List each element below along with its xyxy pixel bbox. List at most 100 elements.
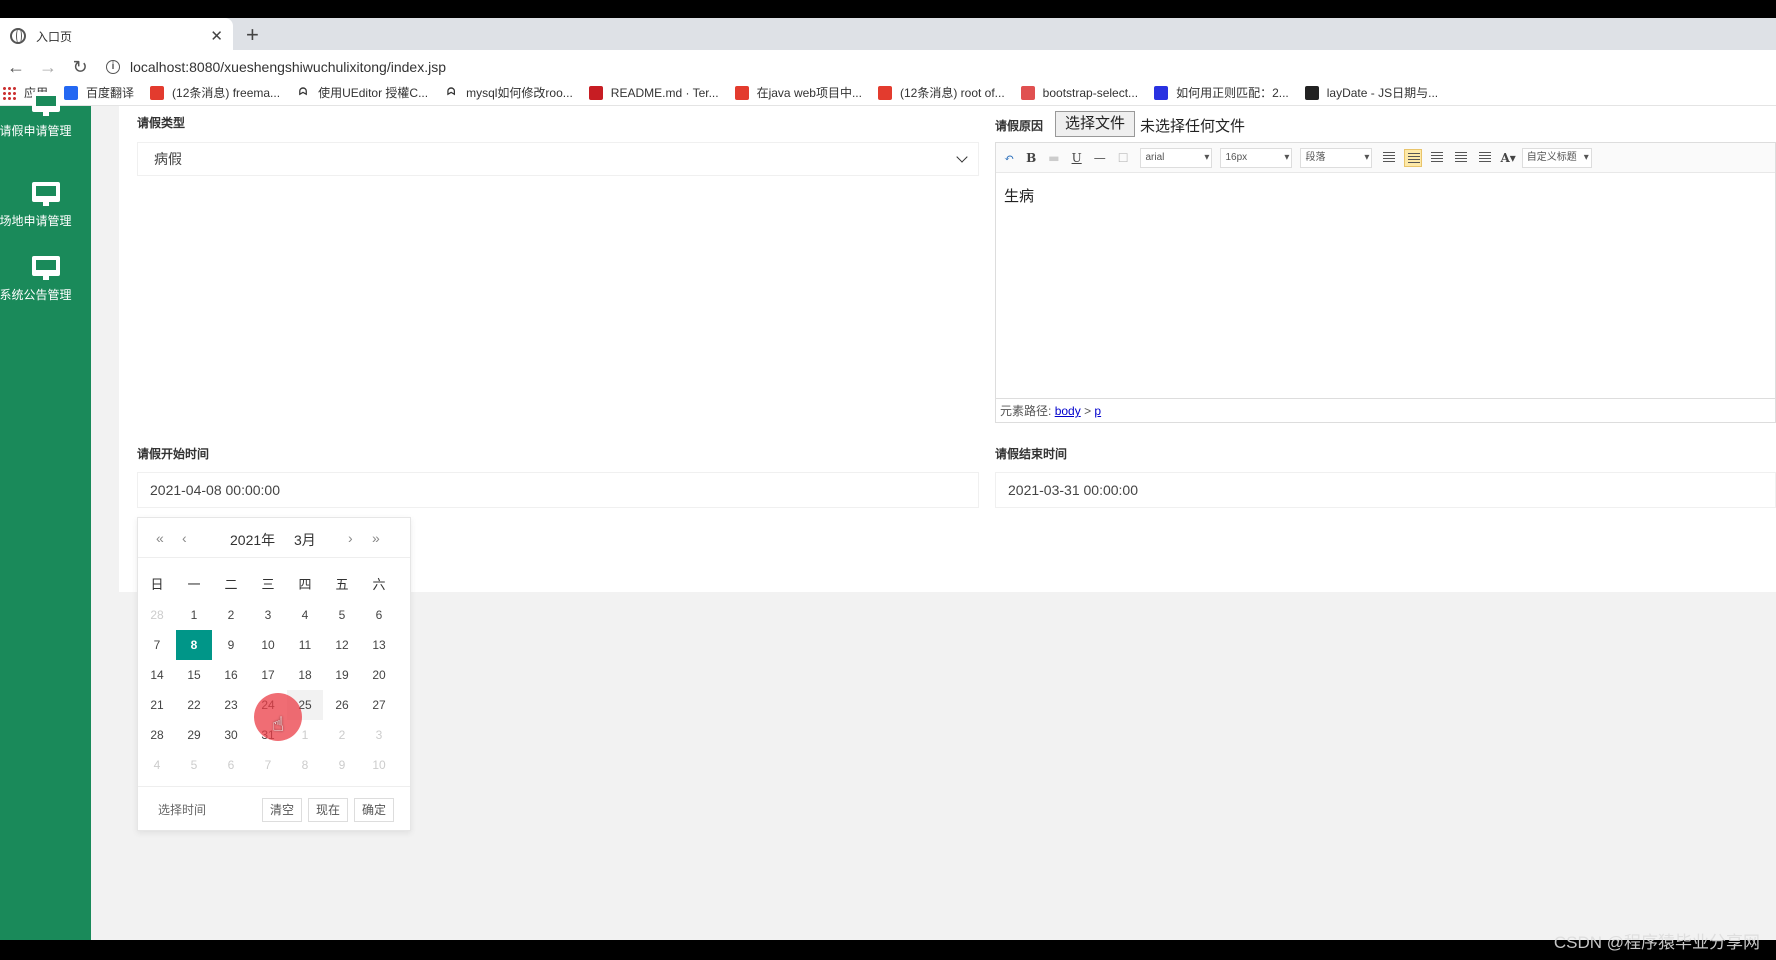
csdn-icon xyxy=(734,85,749,100)
calendar-day[interactable]: 7 xyxy=(139,630,175,660)
calendar-month[interactable]: 3月 xyxy=(294,530,316,550)
info-icon[interactable]: i xyxy=(106,60,120,74)
now-button[interactable]: 现在 xyxy=(308,798,348,822)
forward-arrow-icon[interactable]: → xyxy=(32,57,64,78)
bookmark-item[interactable]: 在java web项目中... xyxy=(734,84,862,101)
calendar-day[interactable]: 28 xyxy=(139,600,175,630)
bookmark-item[interactable]: 如何用正则匹配：2... xyxy=(1154,84,1289,101)
bookmark-item[interactable]: README.md · Ter... xyxy=(588,85,719,100)
calendar-day[interactable]: 13 xyxy=(361,630,397,660)
tab-close-icon[interactable]: ✕ xyxy=(210,27,223,45)
end-time-input[interactable]: 2021-03-31 00:00:00 xyxy=(995,472,1776,508)
format-painter-icon[interactable]: ↶ xyxy=(1004,151,1014,165)
calendar-day[interactable]: 10 xyxy=(250,630,286,660)
prev-year-icon[interactable]: « xyxy=(156,530,164,546)
next-year-icon[interactable]: » xyxy=(372,530,380,546)
calendar-day[interactable]: 3 xyxy=(361,720,397,750)
clear-button[interactable]: 清空 xyxy=(262,798,302,822)
calendar-day[interactable]: 12 xyxy=(324,630,360,660)
calendar-day[interactable]: 27 xyxy=(361,690,397,720)
calendar-day[interactable]: 10 xyxy=(361,750,397,780)
confirm-button[interactable]: 确定 xyxy=(354,798,394,822)
calendar-day[interactable]: 9 xyxy=(213,630,249,660)
weekday-header: 二 xyxy=(224,577,238,592)
bookmark-item[interactable]: ᗣ mysql如何修改roo... xyxy=(444,84,573,101)
back-arrow-icon[interactable]: ← xyxy=(0,57,32,78)
leave-type-select[interactable]: 病假 xyxy=(137,142,979,176)
insert-table-icon[interactable] xyxy=(1380,148,1399,167)
calendar-day[interactable]: 30 xyxy=(213,720,249,750)
address-bar[interactable]: localhost:8080/xueshengshiwuchulixitong/… xyxy=(130,59,446,75)
calendar-day[interactable]: 11 xyxy=(287,630,323,660)
browser-tab[interactable]: 入口页 ✕ xyxy=(0,18,233,54)
calendar-day[interactable]: 15 xyxy=(176,660,212,690)
calendar-day[interactable]: 26 xyxy=(324,690,360,720)
calendar-day[interactable]: 19 xyxy=(324,660,360,690)
prev-month-icon[interactable]: ‹ xyxy=(182,530,187,546)
calendar-day[interactable]: 2 xyxy=(324,720,360,750)
calendar-day[interactable]: 14 xyxy=(139,660,175,690)
bookmark-item[interactable]: bootstrap-select... xyxy=(1020,85,1138,100)
checkbox-icon[interactable]: ☐ xyxy=(1118,151,1129,165)
underline-icon[interactable]: U xyxy=(1072,151,1082,165)
sidebar-item-leave[interactable]: 请假申请管理 xyxy=(0,92,91,139)
calendar-day[interactable]: 3 xyxy=(250,600,286,630)
sidebar-item-venue[interactable]: 场地申请管理 xyxy=(0,182,91,229)
align-right-icon[interactable] xyxy=(1428,148,1447,167)
calendar-day[interactable]: 8 xyxy=(176,630,212,660)
calendar-day[interactable]: 22 xyxy=(176,690,212,720)
hand-cursor-icon: ☝ xyxy=(272,714,285,736)
calendar-day[interactable]: 23 xyxy=(213,690,249,720)
calendar-day[interactable]: 18 xyxy=(287,660,323,690)
strikethrough-icon[interactable]: ▬ xyxy=(1048,151,1059,165)
start-time-input[interactable]: 2021-04-08 00:00:00 xyxy=(137,472,979,508)
calendar-day[interactable]: 8 xyxy=(287,750,323,780)
font-size-select[interactable]: 16px xyxy=(1220,147,1293,168)
font-color-icon[interactable]: A▾ xyxy=(1500,151,1515,165)
pick-time-link[interactable]: 选择时间 xyxy=(158,801,206,818)
calendar-day[interactable]: 4 xyxy=(139,750,175,780)
bookmark-item[interactable]: (12条消息) root of... xyxy=(877,84,1005,101)
element-path-p-link[interactable]: p xyxy=(1094,404,1101,418)
choose-file-button[interactable]: 选择文件 xyxy=(1055,111,1135,137)
calendar-day[interactable]: 1 xyxy=(176,600,212,630)
calendar-day[interactable]: 17 xyxy=(250,660,286,690)
paragraph-select[interactable]: 段落 xyxy=(1300,147,1373,168)
calendar-day[interactable]: 28 xyxy=(139,720,175,750)
bookmark-item[interactable]: (12条消息) freema... xyxy=(150,84,280,101)
next-month-icon[interactable]: › xyxy=(348,530,353,546)
calendar-day[interactable]: 9 xyxy=(324,750,360,780)
date-picker-footer: 选择时间 清空 现在 确定 xyxy=(138,786,410,830)
calendar-day[interactable]: 7 xyxy=(250,750,286,780)
element-path-body-link[interactable]: body xyxy=(1055,404,1081,418)
align-center-icon[interactable] xyxy=(1452,148,1471,167)
calendar-day[interactable]: 6 xyxy=(361,600,397,630)
align-left-icon[interactable] xyxy=(1404,148,1423,167)
element-path: 元素路径: body > p xyxy=(996,398,1775,422)
custom-title-select[interactable]: 自定义标题 xyxy=(1521,147,1592,168)
horizontal-rule-icon[interactable]: — xyxy=(1094,151,1106,165)
calendar-day[interactable]: 21 xyxy=(139,690,175,720)
calendar-day[interactable]: 4 xyxy=(287,600,323,630)
align-justify-icon[interactable] xyxy=(1476,148,1495,167)
sidebar-item-notice[interactable]: 系统公告管理 xyxy=(0,256,91,303)
calendar-year[interactable]: 2021年 xyxy=(230,530,275,550)
bookmark-label: layDate - JS日期与... xyxy=(1326,86,1439,100)
editor-content[interactable]: 生病 xyxy=(1004,185,1034,206)
calendar-day[interactable]: 20 xyxy=(361,660,397,690)
calendar-day[interactable]: 29 xyxy=(176,720,212,750)
reload-icon[interactable]: ↻ xyxy=(64,57,96,78)
calendar-day[interactable]: 16 xyxy=(213,660,249,690)
bookmark-item[interactable]: layDate - JS日期与... xyxy=(1304,84,1439,101)
calendar-day[interactable]: 5 xyxy=(176,750,212,780)
calendar-day[interactable]: 6 xyxy=(213,750,249,780)
bookmark-item[interactable]: ᗣ 使用UEditor 授權C... xyxy=(296,84,428,101)
calendar-day[interactable]: 2 xyxy=(213,600,249,630)
bookmark-label: 在java web项目中... xyxy=(756,86,862,100)
start-time-label: 请假开始时间 xyxy=(137,447,210,461)
font-family-select[interactable]: arial xyxy=(1140,147,1213,168)
new-tab-button[interactable]: + xyxy=(246,22,259,48)
bold-icon[interactable]: B xyxy=(1026,151,1036,165)
sidebar: 请假申请管理 场地申请管理 系统公告管理 xyxy=(0,92,91,941)
calendar-day[interactable]: 5 xyxy=(324,600,360,630)
